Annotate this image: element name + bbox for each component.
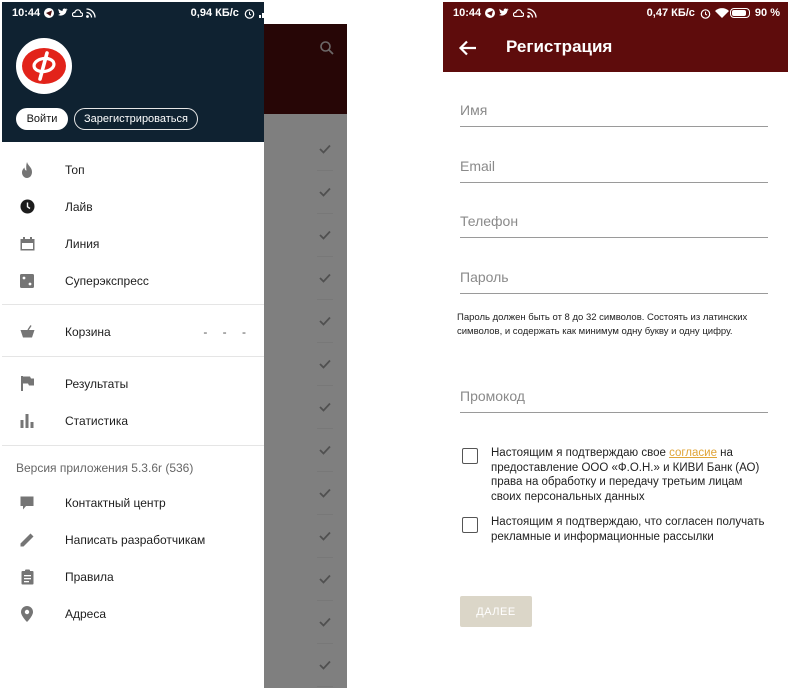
consent-marketing-checkbox[interactable] [462,517,478,533]
back-arrow-icon[interactable] [457,37,479,59]
menu-item-basket[interactable]: Корзина - - - [2,313,264,350]
menu-item-top[interactable]: Топ [2,151,264,188]
chat-bubble-icon [18,494,36,512]
menu-item-label: Линия [65,236,100,251]
twitter-icon [499,8,510,18]
menu-item-label: Лайв [65,199,93,214]
phone-field[interactable]: Телефон [460,207,768,238]
menu-item-label: Корзина [65,324,111,339]
brand-logo [16,38,72,94]
menu-item-label: Адреса [65,606,107,621]
menu-divider [2,304,264,305]
menu-item-results[interactable]: Результаты [2,365,264,402]
wifi-icon [273,8,288,18]
app-bar: Регистрация [443,24,788,72]
status-time: 10:44 [12,7,41,19]
register-button[interactable]: Зарегистрироваться [74,108,198,130]
menu-item-contact-center[interactable]: Контактный центр [2,484,264,521]
dice-icon [18,272,36,290]
status-bar: 10:44 0,47 КБ/с 90 % [443,2,788,24]
next-button[interactable]: ДАЛЕЕ [460,596,532,627]
bar-chart-icon [18,412,36,430]
network-speed: 0,47 КБ/с [646,7,695,19]
promo-placeholder: Промокод [460,388,525,404]
status-time: 10:44 [453,7,482,19]
menu-item-rules[interactable]: Правила [2,558,264,595]
menu-item-line[interactable]: Линия [2,225,264,262]
name-field[interactable]: Имя [460,96,768,127]
cloud-icon [512,8,525,18]
flag-icon [18,375,36,393]
network-speed: 0,94 КБ/с [190,7,239,19]
fire-icon [18,161,36,179]
rss-icon [86,8,96,18]
promo-code-field[interactable]: Промокод [460,382,768,413]
consent-personal-data-checkbox[interactable] [462,448,478,464]
menu-item-label: Правила [65,569,114,584]
menu-item-label: Статистика [65,413,129,428]
rss-icon [527,8,537,18]
telegram-icon [485,8,496,18]
email-placeholder: Email [460,158,496,174]
status-bar: 10:44 0,94 КБ/с 90 % [2,2,347,24]
menu-item-label: Топ [65,162,85,177]
app-version: Версия приложения 5.3.6r (536) [16,461,194,475]
menu-item-label: Суперэкспресс [65,273,149,288]
login-button[interactable]: Войти [16,108,68,130]
left-phone-screen: Войти Зарегистрироваться Топ Лайв Линия [2,2,347,688]
menu-item-label: Написать разработчикам [65,532,206,547]
password-placeholder: Пароль [460,269,509,285]
pencil-icon [18,531,36,549]
menu-divider [2,356,264,357]
signal-icon [258,8,270,18]
menu-item-addresses[interactable]: Адреса [2,595,264,632]
menu-item-label: Результаты [65,376,129,391]
menu-item-write-developers[interactable]: Написать разработчикам [2,521,264,558]
consent-link[interactable]: согласие [669,447,717,459]
menu-item-superexpress[interactable]: Суперэкспресс [2,262,264,299]
right-phone-screen: 10:44 0,47 КБ/с 90 % Регистрация Имя Ema… [443,2,788,688]
cloud-icon [71,8,84,18]
location-pin-icon [18,605,36,623]
wifi-icon [714,8,729,18]
menu-divider [2,445,264,446]
alarm-icon [700,8,711,19]
basket-icon [18,323,36,341]
page-title: Регистрация [506,37,613,56]
consent-personal-data-text: Настоящим я подтверждаю свое согласие на… [491,447,760,503]
password-hint: Пароль должен быть от 8 до 32 символов. … [457,312,748,337]
battery-level: 90 % [754,7,780,19]
alarm-icon [244,8,255,19]
clock-icon [18,198,36,216]
twitter-icon [58,8,69,18]
menu-item-live[interactable]: Лайв [2,188,264,225]
telegram-icon [44,8,55,18]
battery-icon [288,8,309,18]
phone-placeholder: Телефон [460,213,519,229]
clipboard-icon [18,568,36,586]
name-placeholder: Имя [460,102,488,118]
password-field[interactable]: Пароль [460,263,768,294]
email-field[interactable]: Email [460,152,768,183]
menu-item-statistics[interactable]: Статистика [2,402,264,439]
basket-count: - - - [203,324,252,339]
calendar-icon [18,235,36,253]
navigation-drawer: Войти Зарегистрироваться Топ Лайв Линия [2,2,264,688]
battery-icon [729,8,750,18]
menu-item-label: Контактный центр [65,495,166,510]
consent-marketing-text: Настоящим я подтверждаю, что согласен по… [491,516,765,543]
battery-level: 90 % [313,7,339,19]
